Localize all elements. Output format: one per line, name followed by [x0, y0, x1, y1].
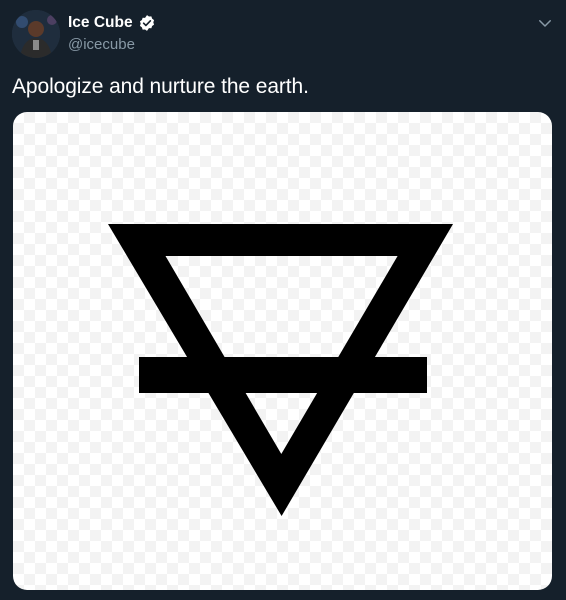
avatar[interactable] — [12, 10, 60, 58]
verified-badge-icon — [139, 15, 154, 31]
author-display-name[interactable]: Ice Cube — [68, 14, 133, 32]
author-name-row[interactable]: Ice Cube — [68, 14, 156, 32]
avatar-image — [12, 10, 60, 58]
chevron-down-icon[interactable] — [536, 14, 554, 32]
tweet-media-image[interactable] — [13, 112, 552, 590]
tweet-text: Apologize and nurture the earth. — [12, 75, 309, 98]
earth-element-symbol — [108, 224, 453, 516]
tweet-card: Ice Cube @icecube Apologize and nurture … — [0, 0, 566, 600]
horizontal-bar-shape — [139, 357, 427, 393]
author-handle[interactable]: @icecube — [68, 36, 135, 53]
